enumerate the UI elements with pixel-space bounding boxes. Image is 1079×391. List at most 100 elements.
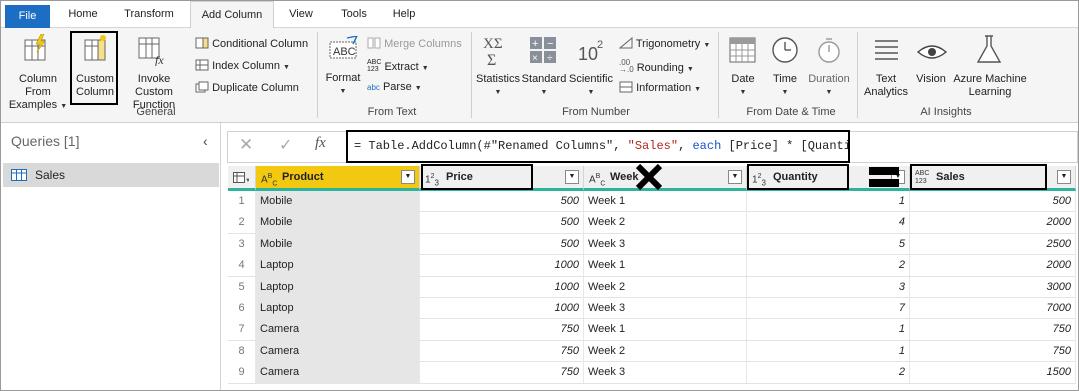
query-item-sales[interactable]: Sales (3, 163, 219, 187)
cell-product[interactable]: Mobile (256, 212, 420, 234)
cell-product[interactable]: Laptop (256, 276, 420, 298)
divider (471, 32, 472, 118)
row-index[interactable]: 3 (228, 233, 256, 255)
menu-add-column[interactable]: Add Column (190, 1, 274, 29)
row-index[interactable]: 4 (228, 255, 256, 277)
column-header-week[interactable]: ABC Week ▼ (584, 166, 747, 191)
filter-dropdown-icon[interactable]: ▼ (728, 170, 742, 184)
cell-price[interactable]: 1000 (420, 298, 584, 319)
cell-week[interactable]: Week 1 (584, 255, 747, 277)
standard-button[interactable]: Standard ▼ (521, 73, 567, 99)
cell-price[interactable]: 750 (420, 362, 584, 384)
menu-transform[interactable]: Transform (119, 1, 179, 28)
formula-input[interactable]: = Table.AddColumn(#"Renamed Columns", "S… (346, 130, 850, 163)
cell-product[interactable]: Camera (256, 362, 420, 384)
menu-home[interactable]: Home (63, 1, 103, 28)
information-button[interactable]: Information ▼ (619, 81, 701, 94)
cell-quantity[interactable]: 5 (747, 233, 910, 255)
cell-price[interactable]: 1000 (420, 255, 584, 277)
cell-week[interactable]: Week 3 (584, 298, 747, 319)
extract-button[interactable]: ABC 123 Extract ▼ (367, 59, 429, 73)
cell-sales[interactable]: 7000 (910, 298, 1076, 319)
format-button[interactable]: Format ▼ (323, 72, 363, 98)
cell-week[interactable]: Week 2 (584, 212, 747, 234)
row-index[interactable]: 9 (228, 362, 256, 384)
cell-quantity[interactable]: 2 (747, 362, 910, 384)
cell-price[interactable]: 1000 (420, 276, 584, 298)
filter-dropdown-icon[interactable]: ▼ (401, 170, 415, 184)
cell-product[interactable]: Laptop (256, 298, 420, 319)
cell-week[interactable]: Week 3 (584, 233, 747, 255)
cell-week[interactable]: Week 3 (584, 362, 747, 384)
cell-sales[interactable]: 500 (910, 191, 1076, 212)
vision-button[interactable]: Vision (911, 73, 951, 86)
table-icon (11, 169, 27, 181)
trigonometry-button[interactable]: Trigonometry ▼ (618, 36, 710, 50)
cell-sales[interactable]: 2000 (910, 212, 1076, 234)
row-index[interactable]: 1 (228, 191, 256, 212)
cell-quantity[interactable]: 2 (747, 255, 910, 277)
parse-button[interactable]: abc Parse ▼ (367, 81, 422, 93)
cell-sales[interactable]: 750 (910, 340, 1076, 362)
filter-dropdown-icon[interactable]: ▼ (1057, 170, 1071, 184)
confirm-icon[interactable]: ✓ (279, 135, 292, 155)
cell-product[interactable]: Mobile (256, 233, 420, 255)
cell-quantity[interactable]: 1 (747, 319, 910, 341)
time-button[interactable]: Time ▼ (765, 73, 805, 99)
fx-icon[interactable]: fx (315, 135, 326, 152)
row-index[interactable]: 7 (228, 319, 256, 341)
cell-week[interactable]: Week 1 (584, 319, 747, 341)
cell-sales[interactable]: 2000 (910, 255, 1076, 277)
cell-product[interactable]: Camera (256, 340, 420, 362)
row-index[interactable]: 6 (228, 298, 256, 319)
duration-button[interactable]: Duration ▼ (807, 73, 851, 99)
quantity-header-highlight (747, 164, 849, 190)
cell-product[interactable]: Mobile (256, 191, 420, 212)
row-index[interactable]: 8 (228, 340, 256, 362)
column-from-examples-button[interactable]: Column From Examples ▼ (5, 73, 71, 113)
cell-product[interactable]: Laptop (256, 255, 420, 277)
collapse-pane-icon[interactable]: ‹ (203, 133, 208, 149)
cell-week[interactable]: Week 2 (584, 340, 747, 362)
cell-quantity[interactable]: 4 (747, 212, 910, 234)
row-index[interactable]: 2 (228, 212, 256, 234)
cell-week[interactable]: Week 2 (584, 276, 747, 298)
row-index[interactable]: 5 (228, 276, 256, 298)
table-menu-button[interactable]: ▼ (228, 166, 256, 191)
cell-price[interactable]: 750 (420, 340, 584, 362)
cell-product[interactable]: Camera (256, 319, 420, 341)
cell-quantity[interactable]: 1 (747, 191, 910, 212)
cancel-icon[interactable]: ✕ (239, 135, 253, 155)
cell-sales[interactable]: 1500 (910, 362, 1076, 384)
cell-sales[interactable]: 2500 (910, 233, 1076, 255)
cell-quantity[interactable]: 3 (747, 276, 910, 298)
column-header-product[interactable]: ABC Product ▼ (256, 166, 420, 191)
merge-columns-button[interactable]: Merge Columns (367, 37, 462, 50)
menu-tools[interactable]: Tools (334, 1, 374, 28)
statistics-icon: XΣ Σ (481, 34, 511, 71)
duplicate-column-button[interactable]: Duplicate Column (195, 81, 299, 94)
menu-view[interactable]: View (282, 1, 320, 28)
azure-machine-learning-button[interactable]: Azure Machine Learning (951, 73, 1029, 99)
menu-file[interactable]: File (5, 5, 50, 28)
svg-text:÷: ÷ (547, 53, 553, 64)
scientific-button[interactable]: Scientific ▼ (567, 73, 615, 99)
menu-help[interactable]: Help (386, 1, 422, 28)
cell-week[interactable]: Week 1 (584, 191, 747, 212)
rounding-button[interactable]: .00 →.0 Rounding ▼ (619, 59, 694, 75)
remove-x-mark-icon (634, 163, 664, 194)
cell-price[interactable]: 500 (420, 233, 584, 255)
cell-quantity[interactable]: 1 (747, 340, 910, 362)
filter-dropdown-icon[interactable]: ▼ (565, 170, 579, 184)
date-button[interactable]: Date ▼ (723, 73, 763, 99)
cell-sales[interactable]: 3000 (910, 276, 1076, 298)
cell-sales[interactable]: 750 (910, 319, 1076, 341)
conditional-column-button[interactable]: Conditional Column (195, 37, 308, 50)
cell-price[interactable]: 750 (420, 319, 584, 341)
statistics-button[interactable]: Statistics ▼ (475, 73, 521, 99)
cell-quantity[interactable]: 7 (747, 298, 910, 319)
cell-price[interactable]: 500 (420, 212, 584, 234)
index-column-button[interactable]: Index Column ▼ (195, 59, 290, 72)
cell-price[interactable]: 500 (420, 191, 584, 212)
text-analytics-button[interactable]: Text Analytics (861, 73, 911, 99)
